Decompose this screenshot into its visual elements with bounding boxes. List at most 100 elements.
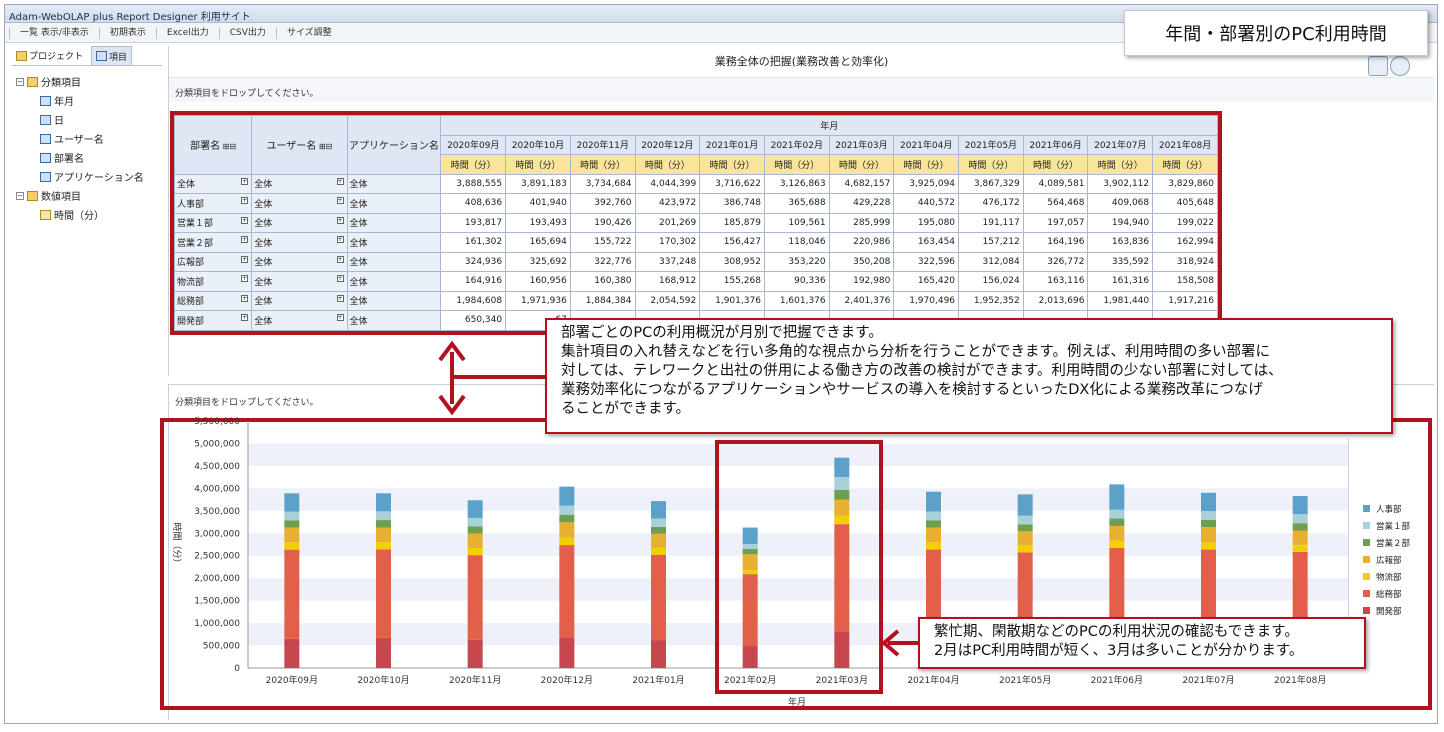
row-label-app[interactable]: 全体 <box>346 173 442 194</box>
tree-field[interactable]: 日 <box>12 110 162 129</box>
row-label-app[interactable]: 全体 <box>346 232 442 253</box>
row-header-label: ユーザー名 <box>266 141 317 153</box>
menu-resize[interactable]: サイズ調整 <box>275 26 342 39</box>
month-header[interactable]: 2021年05月 <box>958 134 1024 155</box>
month-header[interactable]: 2020年12月 <box>634 134 701 155</box>
legend-item[interactable]: 営業２部 <box>1363 534 1422 551</box>
legend-swatch <box>1363 590 1370 597</box>
row-label-dept[interactable]: 開発部 + <box>174 310 253 331</box>
value-cell: 312,084 <box>958 251 1024 272</box>
expand-icon[interactable]: + <box>336 255 344 263</box>
month-header[interactable]: 2021年06月 <box>1022 134 1089 155</box>
legend-item[interactable]: 開発部 <box>1363 602 1422 619</box>
tree-field[interactable]: ユーザー名 <box>12 129 162 148</box>
row-label-dept[interactable]: 営業２部 + <box>174 232 253 253</box>
row-label-user[interactable]: 全体 + <box>251 173 348 194</box>
tree-field[interactable]: 部署名 <box>12 148 162 167</box>
row-label-dept[interactable]: 全体 + <box>174 173 253 194</box>
expand-icon[interactable]: + <box>336 177 344 185</box>
month-header[interactable]: 2021年01月 <box>699 134 765 155</box>
expand-icon[interactable]: + <box>241 294 249 302</box>
row-label-app[interactable]: 全体 <box>346 310 442 331</box>
legend-item[interactable]: 人事部 <box>1363 500 1422 517</box>
row-header[interactable]: アプリケーション名 <box>346 115 442 175</box>
row-label-app[interactable]: 全体 <box>346 193 442 214</box>
month-header[interactable]: 2020年11月 <box>569 134 636 155</box>
tree-group[interactable]: − 数値項目 <box>12 186 162 205</box>
legend-item[interactable]: 営業１部 <box>1363 517 1422 534</box>
expand-icon[interactable]: + <box>241 314 249 321</box>
value-cell: 1,971,936 <box>505 290 571 311</box>
value-cell: 386,748 <box>699 193 765 214</box>
row-label-dept[interactable]: 総務部 + <box>174 290 253 311</box>
row-label-dept[interactable]: 人事部 + <box>174 193 253 214</box>
legend-item[interactable]: 物流部 <box>1363 568 1422 585</box>
legend-item[interactable]: 広報部 <box>1363 551 1422 568</box>
expand-icon[interactable]: + <box>241 236 249 243</box>
row-label-user[interactable]: 全体 + <box>251 271 348 292</box>
measure-header: 時間（分） <box>699 154 765 175</box>
month-header[interactable]: 2021年04月 <box>893 134 960 155</box>
expand-icon[interactable]: + <box>241 255 249 263</box>
month-header[interactable]: 2021年08月 <box>1152 134 1218 155</box>
expand-icon[interactable]: + <box>241 275 249 282</box>
row-header[interactable]: 部署名 ⊞⊟ <box>174 115 253 175</box>
row-label-app[interactable]: 全体 <box>346 271 442 292</box>
expand-collapse-icon[interactable]: ⊞⊟ <box>316 142 332 151</box>
expand-icon[interactable]: + <box>241 216 249 224</box>
collapse-icon[interactable]: − <box>16 77 24 86</box>
menu-initial-view[interactable]: 初期表示 <box>98 26 156 39</box>
menu-excel-export[interactable]: Excel出力 <box>155 26 219 39</box>
expand-icon[interactable]: + <box>336 314 344 321</box>
row-label-app[interactable]: 全体 <box>346 212 442 233</box>
month-header[interactable]: 2020年09月 <box>440 134 507 155</box>
legend-swatch <box>1363 539 1370 546</box>
tree-field[interactable]: アプリケーション名 <box>12 167 162 186</box>
tree-group[interactable]: − 分類項目 <box>12 72 162 91</box>
row-label-user[interactable]: 全体 + <box>251 290 348 311</box>
pivot-table-highlight: 部署名 ⊞⊟ ユーザー名 ⊞⊟ アプリケーション名 年月 2020年09月 2020年10… <box>170 111 1222 335</box>
legend-item[interactable]: 総務部 <box>1363 585 1422 602</box>
collapse-icon[interactable]: − <box>16 191 24 200</box>
row-label-user[interactable]: 全体 + <box>251 232 348 253</box>
callout-line: 業務効率化につながるアプリケーションやサービスの導入を検討するといったDX化によ… <box>561 382 1263 398</box>
value-cell: 429,228 <box>828 193 895 214</box>
month-header[interactable]: 2021年07月 <box>1087 134 1154 155</box>
row-label-user[interactable]: 全体 + <box>251 212 348 233</box>
row-label-dept[interactable]: 広報部 + <box>174 251 253 272</box>
menu-csv-export[interactable]: CSV出力 <box>218 26 276 39</box>
row-label-user[interactable]: 全体 + <box>251 251 348 272</box>
expand-icon[interactable]: + <box>241 177 249 185</box>
expand-collapse-icon[interactable]: ⊞⊟ <box>220 142 236 151</box>
expand-icon[interactable]: + <box>336 216 344 224</box>
expand-icon[interactable]: + <box>336 197 344 204</box>
row-label-user[interactable]: 全体 + <box>251 310 348 331</box>
tab-items[interactable]: 項目 <box>91 46 133 65</box>
row-label-dept[interactable]: 物流部 + <box>174 271 253 292</box>
value-cell: 162,994 <box>1152 232 1218 253</box>
table-row: 広報部 + 全体 + 全体 324,936 325,692 322,776 337,248 308… <box>174 251 1218 272</box>
value-cell: 185,879 <box>699 212 765 233</box>
tree-label: 年月 <box>54 97 74 108</box>
tree-field[interactable]: 年月 <box>12 91 162 110</box>
cell-text: 全体 <box>254 316 273 327</box>
play-icon[interactable] <box>1390 56 1410 76</box>
menu-toggle-list[interactable]: 一覧 表示/非表示 <box>9 26 99 39</box>
month-header[interactable]: 2021年02月 <box>763 134 830 155</box>
tree-field[interactable]: 時間（分） <box>12 205 162 224</box>
expand-icon[interactable]: + <box>336 236 344 243</box>
row-label-app[interactable]: 全体 <box>346 251 442 272</box>
row-header[interactable]: ユーザー名 ⊞⊟ <box>251 115 348 175</box>
row-label-app[interactable]: 全体 <box>346 290 442 311</box>
expand-icon[interactable]: + <box>336 294 344 302</box>
month-header[interactable]: 2020年10月 <box>505 134 571 155</box>
layout-icon[interactable] <box>1368 56 1388 76</box>
expand-icon[interactable]: + <box>241 197 249 204</box>
expand-icon[interactable]: + <box>336 275 344 282</box>
row-drop-zone[interactable]: 分類項目をドロップしてください。 <box>169 78 1434 102</box>
row-label-dept[interactable]: 営業１部 + <box>174 212 253 233</box>
tab-project[interactable]: プロジェクト <box>12 46 87 65</box>
month-header[interactable]: 2021年03月 <box>828 134 895 155</box>
row-label-user[interactable]: 全体 + <box>251 193 348 214</box>
value-cell: 3,891,183 <box>505 173 571 194</box>
